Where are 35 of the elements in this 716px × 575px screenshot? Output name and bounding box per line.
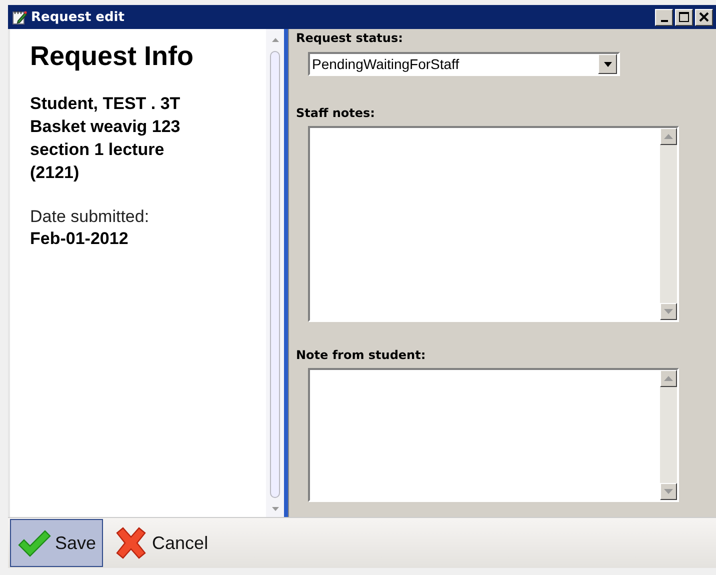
minimize-icon — [660, 20, 668, 22]
scroll-down-icon — [664, 309, 673, 314]
scroll-up-icon — [664, 134, 673, 139]
cancel-button[interactable]: Cancel — [107, 519, 216, 567]
scroll-up-icon — [270, 37, 280, 43]
status-dropdown[interactable]: PendingWaitingForStaff — [308, 52, 620, 76]
notepad-icon — [11, 9, 27, 25]
staff-notes-field[interactable] — [308, 126, 679, 322]
panel-heading: Request Info — [30, 41, 195, 72]
field-label: Request status: — [296, 31, 404, 45]
minimize-button[interactable] — [655, 8, 673, 26]
splitter-handle[interactable] — [284, 29, 289, 517]
close-icon — [699, 12, 709, 22]
field-label: Note from student: — [296, 348, 427, 362]
course-info-line: section 1 lecture — [30, 139, 166, 161]
scroll-thumb[interactable] — [270, 51, 280, 498]
course-info-line: (2121) — [30, 162, 80, 184]
maximize-icon — [679, 12, 689, 22]
course-info-line: Basket weavig 123 — [30, 116, 182, 138]
dropdown-arrow-icon — [604, 62, 612, 66]
scrollbar[interactable] — [266, 29, 284, 517]
scroll-up-icon — [664, 376, 673, 381]
checkmark-icon — [17, 528, 51, 558]
course-info-line: Student, TEST . 3T — [30, 93, 182, 115]
scroll-down-icon — [270, 506, 280, 512]
save-button[interactable]: Save — [10, 519, 104, 567]
window-title: Request edit — [31, 10, 126, 24]
field-label: Staff notes: — [296, 106, 376, 120]
maximize-button[interactable] — [675, 8, 693, 26]
date-value: Feb-01-2012 — [30, 228, 130, 250]
scroll-down-icon — [664, 489, 673, 494]
student-note-field[interactable] — [308, 368, 679, 502]
cross-icon — [114, 527, 148, 559]
close-button[interactable] — [695, 8, 713, 26]
date-label: Date submitted: — [30, 206, 150, 228]
